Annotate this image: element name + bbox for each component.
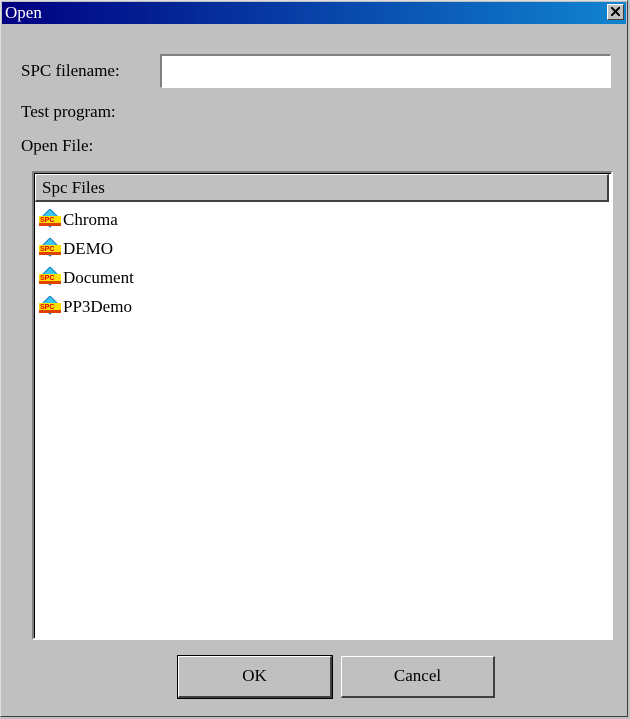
window-title: Open [5,3,42,22]
spc-files-list[interactable]: Spc Files SPC Chroma SPC DEMO SPC Docume… [32,171,613,640]
close-button[interactable] [607,4,624,20]
spc-filename-input[interactable] [160,54,611,88]
close-icon [611,7,620,16]
svg-text:SPC: SPC [40,246,54,253]
test-program-label: Test program: [21,102,116,121]
list-item-pp3demo[interactable]: SPC PP3Demo [37,293,611,322]
column-header-label: Spc Files [42,178,105,197]
file-list-items: SPC Chroma SPC DEMO SPC Document SPC PP3… [37,206,611,322]
spc-file-icon: SPC [39,296,61,315]
svg-text:SPC: SPC [40,275,54,282]
list-item-label: Document [63,268,134,287]
list-item-document[interactable]: SPC Document [37,264,611,293]
svg-text:SPC: SPC [40,217,54,224]
spc-file-icon: SPC [39,209,61,228]
list-item-label: Chroma [63,210,118,229]
ok-button[interactable]: OK [177,655,333,699]
list-item-chroma[interactable]: SPC Chroma [37,206,611,235]
spc-filename-label: SPC filename: [21,61,120,80]
open-file-label: Open File: [21,136,94,155]
spc-file-icon: SPC [39,267,61,286]
open-dialog: Open SPC filename: Test program: Open Fi… [0,0,628,717]
cancel-button[interactable]: Cancel [341,656,495,698]
column-header-spc-files[interactable]: Spc Files [35,174,609,202]
list-item-label: PP3Demo [63,297,132,316]
svg-text:SPC: SPC [40,304,54,311]
list-item-demo[interactable]: SPC DEMO [37,235,611,264]
title-bar[interactable]: Open [2,2,626,24]
list-item-label: DEMO [63,239,114,258]
spc-file-icon: SPC [39,238,61,257]
